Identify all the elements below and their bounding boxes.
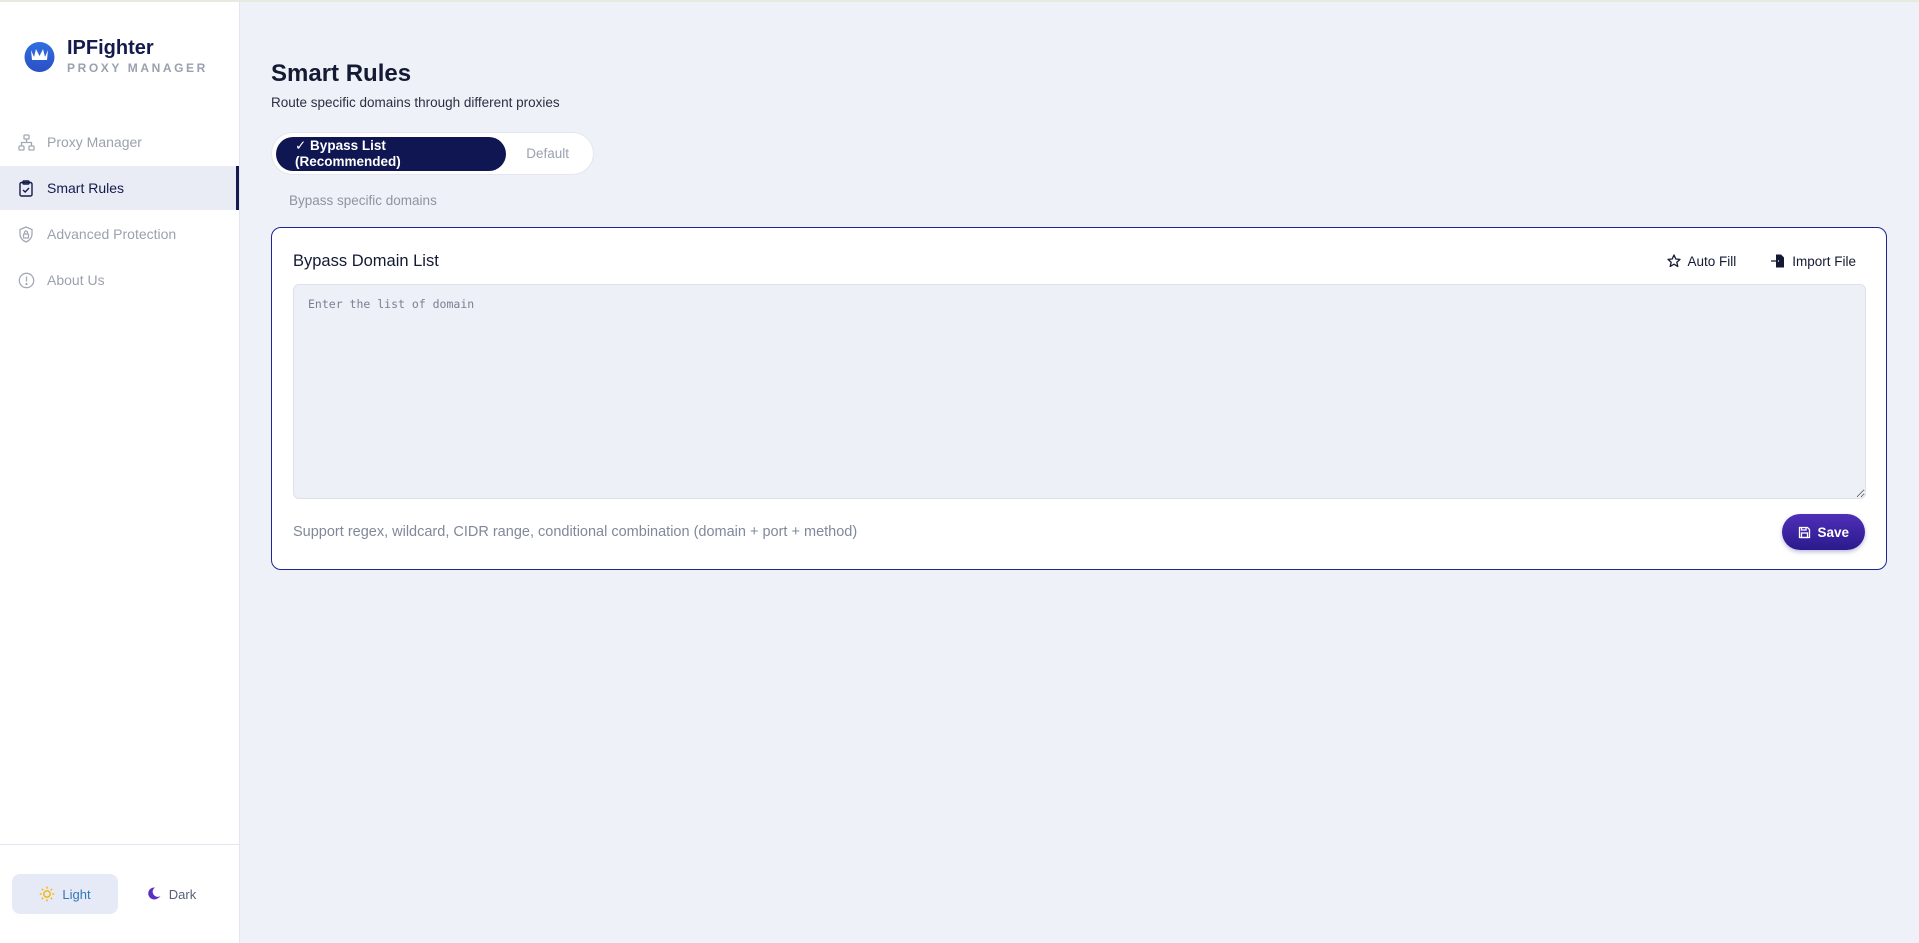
import-file-button[interactable]: Import File [1770,253,1865,269]
card-title: Bypass Domain List [293,251,439,270]
mode-bypass-list-button[interactable]: ✓ Bypass List (Recommended) [276,136,507,171]
file-import-icon [1770,253,1786,269]
sidebar-item-proxy-manager[interactable]: Proxy Manager [0,120,239,164]
page-subtitle: Route specific domains through different… [271,95,560,110]
theme-switcher: Light Dark [0,844,239,943]
app-window: IPFighter PROXY MANAGER Proxy Manager Sm… [0,0,1919,943]
mode-hint: Bypass specific domains [289,193,437,208]
sidebar-item-label: Smart Rules [47,180,125,196]
card-header: Bypass Domain List Auto Fill Import File [293,250,1865,272]
theme-light-label: Light [62,886,91,902]
shield-lock-icon [17,225,35,243]
save-label: Save [1817,524,1849,540]
info-icon [17,271,35,289]
sidebar-item-advanced-protection[interactable]: Advanced Protection [0,212,239,256]
theme-dark-label: Dark [168,886,197,902]
logo-icon [23,40,56,73]
network-icon [17,133,35,151]
save-button[interactable]: Save [1782,514,1865,550]
brand: IPFighter PROXY MANAGER [0,2,239,78]
sidebar-nav: Proxy Manager Smart Rules Advanced Prote… [0,120,239,304]
clipboard-check-icon [17,179,35,197]
save-icon [1798,526,1811,539]
sidebar-item-about-us[interactable]: About Us [0,258,239,302]
page-title: Smart Rules [271,60,412,87]
theme-light-button[interactable]: Light [12,874,118,914]
mode-default-button[interactable]: Default [506,137,589,171]
sidebar-item-label: About Us [47,272,105,288]
brand-name: IPFighter [67,37,154,59]
star-icon [1667,254,1682,268]
sun-icon [39,886,55,902]
bypass-domain-card: Bypass Domain List Auto Fill Import File… [271,227,1887,570]
import-file-label: Import File [1792,253,1856,269]
sidebar: IPFighter PROXY MANAGER Proxy Manager Sm… [0,2,240,943]
main-content: Smart Rules Route specific domains throu… [240,2,1919,943]
mode-toggle: ✓ Bypass List (Recommended) Default [271,132,594,175]
sidebar-item-smart-rules[interactable]: Smart Rules [0,166,239,210]
auto-fill-button[interactable]: Auto Fill [1667,254,1745,269]
sidebar-item-label: Proxy Manager [47,134,142,150]
card-actions: Auto Fill Import File [1642,253,1865,269]
card-footer: Support regex, wildcard, CIDR range, con… [293,514,1865,550]
auto-fill-label: Auto Fill [1687,253,1737,269]
sidebar-item-label: Advanced Protection [47,226,177,242]
theme-dark-button[interactable]: Dark [118,874,224,914]
support-text: Support regex, wildcard, CIDR range, con… [293,524,858,540]
brand-subtitle: PROXY MANAGER [67,61,208,75]
domain-list-textarea[interactable] [293,284,1866,499]
moon-icon [146,886,162,902]
